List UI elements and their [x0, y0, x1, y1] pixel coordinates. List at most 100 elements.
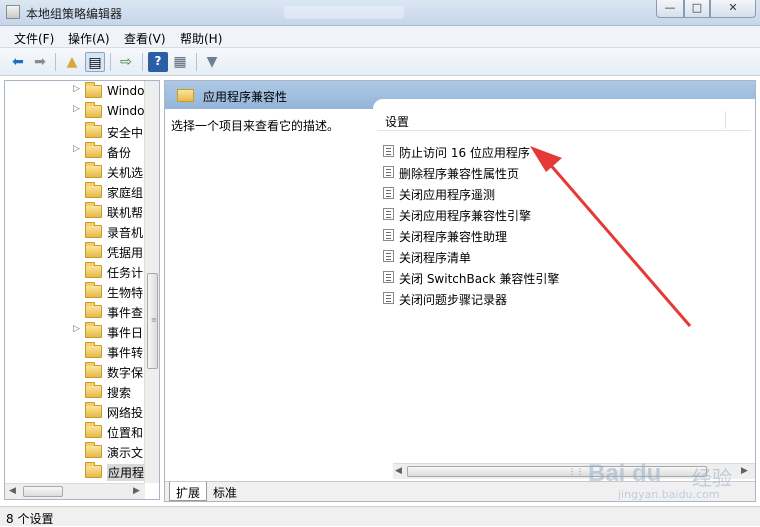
folder-icon	[85, 122, 102, 138]
scrollbar-thumb[interactable]: ≡	[147, 273, 158, 369]
folder-icon	[85, 342, 102, 358]
folder-icon	[85, 462, 102, 478]
folder-icon	[85, 382, 102, 398]
tree-item[interactable]: 数字保	[5, 361, 145, 381]
policy-setting-icon	[383, 229, 394, 241]
expand-arrow-icon[interactable]: ▷	[73, 84, 80, 94]
tree-item[interactable]: 录音机	[5, 221, 145, 241]
column-separator[interactable]	[725, 111, 726, 129]
setting-row[interactable]: 关闭应用程序兼容性引擎	[383, 204, 703, 224]
tree-item-label: 网络投	[107, 406, 144, 420]
setting-row[interactable]: 关闭程序兼容性助理	[383, 225, 703, 245]
folder-icon	[85, 362, 102, 378]
tab-extended[interactable]: 扩展	[169, 482, 208, 501]
tree-item[interactable]: 演示文	[5, 441, 145, 461]
help-icon[interactable]: ?	[148, 52, 168, 72]
tree-item[interactable]: 联机帮	[5, 201, 145, 221]
scroll-left-icon[interactable]: ◀	[395, 466, 402, 476]
tree-horizontal-scrollbar[interactable]: ◀ ▶	[5, 483, 145, 499]
setting-label: 关闭程序兼容性助理	[399, 230, 508, 244]
folder-icon	[85, 402, 102, 418]
folder-icon	[85, 442, 102, 458]
settings-list: 设置 防止访问 16 位应用程序 删除程序兼容性属性页关闭应用程序遥测 关闭应用程序…	[373, 99, 755, 475]
scrollbar-thumb[interactable]	[23, 486, 63, 497]
close-button[interactable]: ✕	[710, 0, 756, 18]
setting-label: 防止访问 16 位应用程序	[399, 146, 530, 160]
setting-label: 删除程序兼容性属性页	[399, 167, 520, 181]
settings-column-header[interactable]: 设置	[377, 109, 751, 131]
folder-icon	[85, 182, 102, 198]
app-icon	[6, 5, 20, 19]
folder-icon	[85, 242, 102, 258]
expand-arrow-icon[interactable]: ▷	[73, 144, 80, 154]
tree-item-label: 联机帮	[107, 206, 144, 220]
maximize-button[interactable]: □	[684, 0, 710, 18]
tree-item[interactable]: ▷ Windo	[5, 81, 145, 101]
tree-item[interactable]: 网络投	[5, 401, 145, 421]
tree-item[interactable]: ▷ Windo	[5, 101, 145, 121]
setting-label: 关闭 SwitchBack 兼容性引擎	[399, 272, 560, 286]
tree-item[interactable]: 事件查	[5, 301, 145, 321]
tab-standard[interactable]: 标准	[207, 482, 243, 501]
tree-item[interactable]: 应用程	[5, 461, 145, 481]
setting-row[interactable]: 关闭程序清单	[383, 246, 703, 266]
tree-item[interactable]: 事件转	[5, 341, 145, 361]
setting-row[interactable]: 删除程序兼容性属性页	[383, 162, 703, 182]
menu-file[interactable]: 文件(F)	[14, 30, 54, 47]
column-header-label: 设置	[385, 115, 410, 129]
watermark-paw: du	[632, 460, 662, 487]
folder-icon	[85, 162, 102, 178]
tree-vertical-scrollbar[interactable]: ≡	[144, 81, 159, 483]
tree-item[interactable]: 关机选	[5, 161, 145, 181]
watermark-url: jingyan.baidu.com	[618, 488, 720, 501]
setting-row[interactable]: 关闭 SwitchBack 兼容性引擎	[383, 267, 703, 287]
tree-item[interactable]: 家庭组	[5, 181, 145, 201]
setting-row[interactable]: 关闭应用程序遥测	[383, 183, 703, 203]
setting-row[interactable]: 防止访问 16 位应用程序	[383, 141, 703, 161]
tree-item[interactable]: 凭据用	[5, 241, 145, 261]
tree-item-label: 安全中	[107, 126, 144, 140]
tree-item-label: 事件日	[107, 326, 144, 340]
tree-item[interactable]: ▷ 备份	[5, 141, 145, 161]
expand-arrow-icon[interactable]: ▷	[73, 104, 80, 114]
minimize-button[interactable]: —	[656, 0, 684, 18]
filter-icon[interactable]: ▼	[202, 52, 222, 72]
tree-item[interactable]: 任务计	[5, 261, 145, 281]
policy-setting-icon	[383, 166, 394, 178]
tree-list: ▷ Windo ▷ Windo 安全中 ▷ 备份关机选 家庭组联机帮 录音机凭据用 任务计生物特事…	[5, 81, 145, 483]
tree-item[interactable]: 安全中	[5, 121, 145, 141]
tree-item-label: 事件查	[107, 306, 144, 320]
export-list-icon[interactable]: ⇨	[116, 52, 136, 72]
tree-item[interactable]: ▷ 事件日	[5, 321, 145, 341]
menu-view[interactable]: 查看(V)	[124, 30, 166, 47]
toolbar-separator	[110, 53, 111, 71]
tree-item-label: 演示文	[107, 446, 144, 460]
tree-item-label: 备份	[107, 146, 132, 160]
properties-icon[interactable]: ▦	[170, 52, 190, 72]
folder-icon	[85, 222, 102, 238]
description-text: 选择一个项目来查看它的描述。	[171, 119, 340, 133]
tree-item[interactable]: 搜索	[5, 381, 145, 401]
policy-setting-icon	[383, 187, 394, 199]
forward-arrow-icon[interactable]: ➡	[30, 52, 50, 72]
folder-icon	[85, 82, 102, 98]
menu-help[interactable]: 帮助(H)	[180, 30, 222, 47]
folder-icon	[85, 102, 102, 118]
scroll-left-icon[interactable]: ◀	[9, 486, 16, 496]
scroll-right-icon[interactable]: ▶	[133, 486, 140, 496]
menu-action[interactable]: 操作(A)	[68, 30, 110, 47]
tree-item-label: 生物特	[107, 286, 144, 300]
show-hide-tree-icon[interactable]: ▤	[85, 52, 105, 72]
back-arrow-icon[interactable]: ⬅	[8, 52, 28, 72]
expand-arrow-icon[interactable]: ▷	[73, 324, 80, 334]
folder-up-icon[interactable]: ▲	[62, 52, 82, 72]
tree-item[interactable]: 生物特	[5, 281, 145, 301]
tree-item-label: 关机选	[107, 166, 144, 180]
policy-setting-icon	[383, 208, 394, 220]
setting-row[interactable]: 关闭问题步骤记录器	[383, 288, 703, 308]
tree-pane[interactable]: ▷ Windo ▷ Windo 安全中 ▷ 备份关机选 家庭组联机帮 录音机凭据用 任务计生物特事…	[4, 80, 160, 500]
tree-item[interactable]: 位置和	[5, 421, 145, 441]
folder-icon	[85, 422, 102, 438]
toolbar-separator	[196, 53, 197, 71]
tree-item-label: 凭据用	[107, 246, 144, 260]
